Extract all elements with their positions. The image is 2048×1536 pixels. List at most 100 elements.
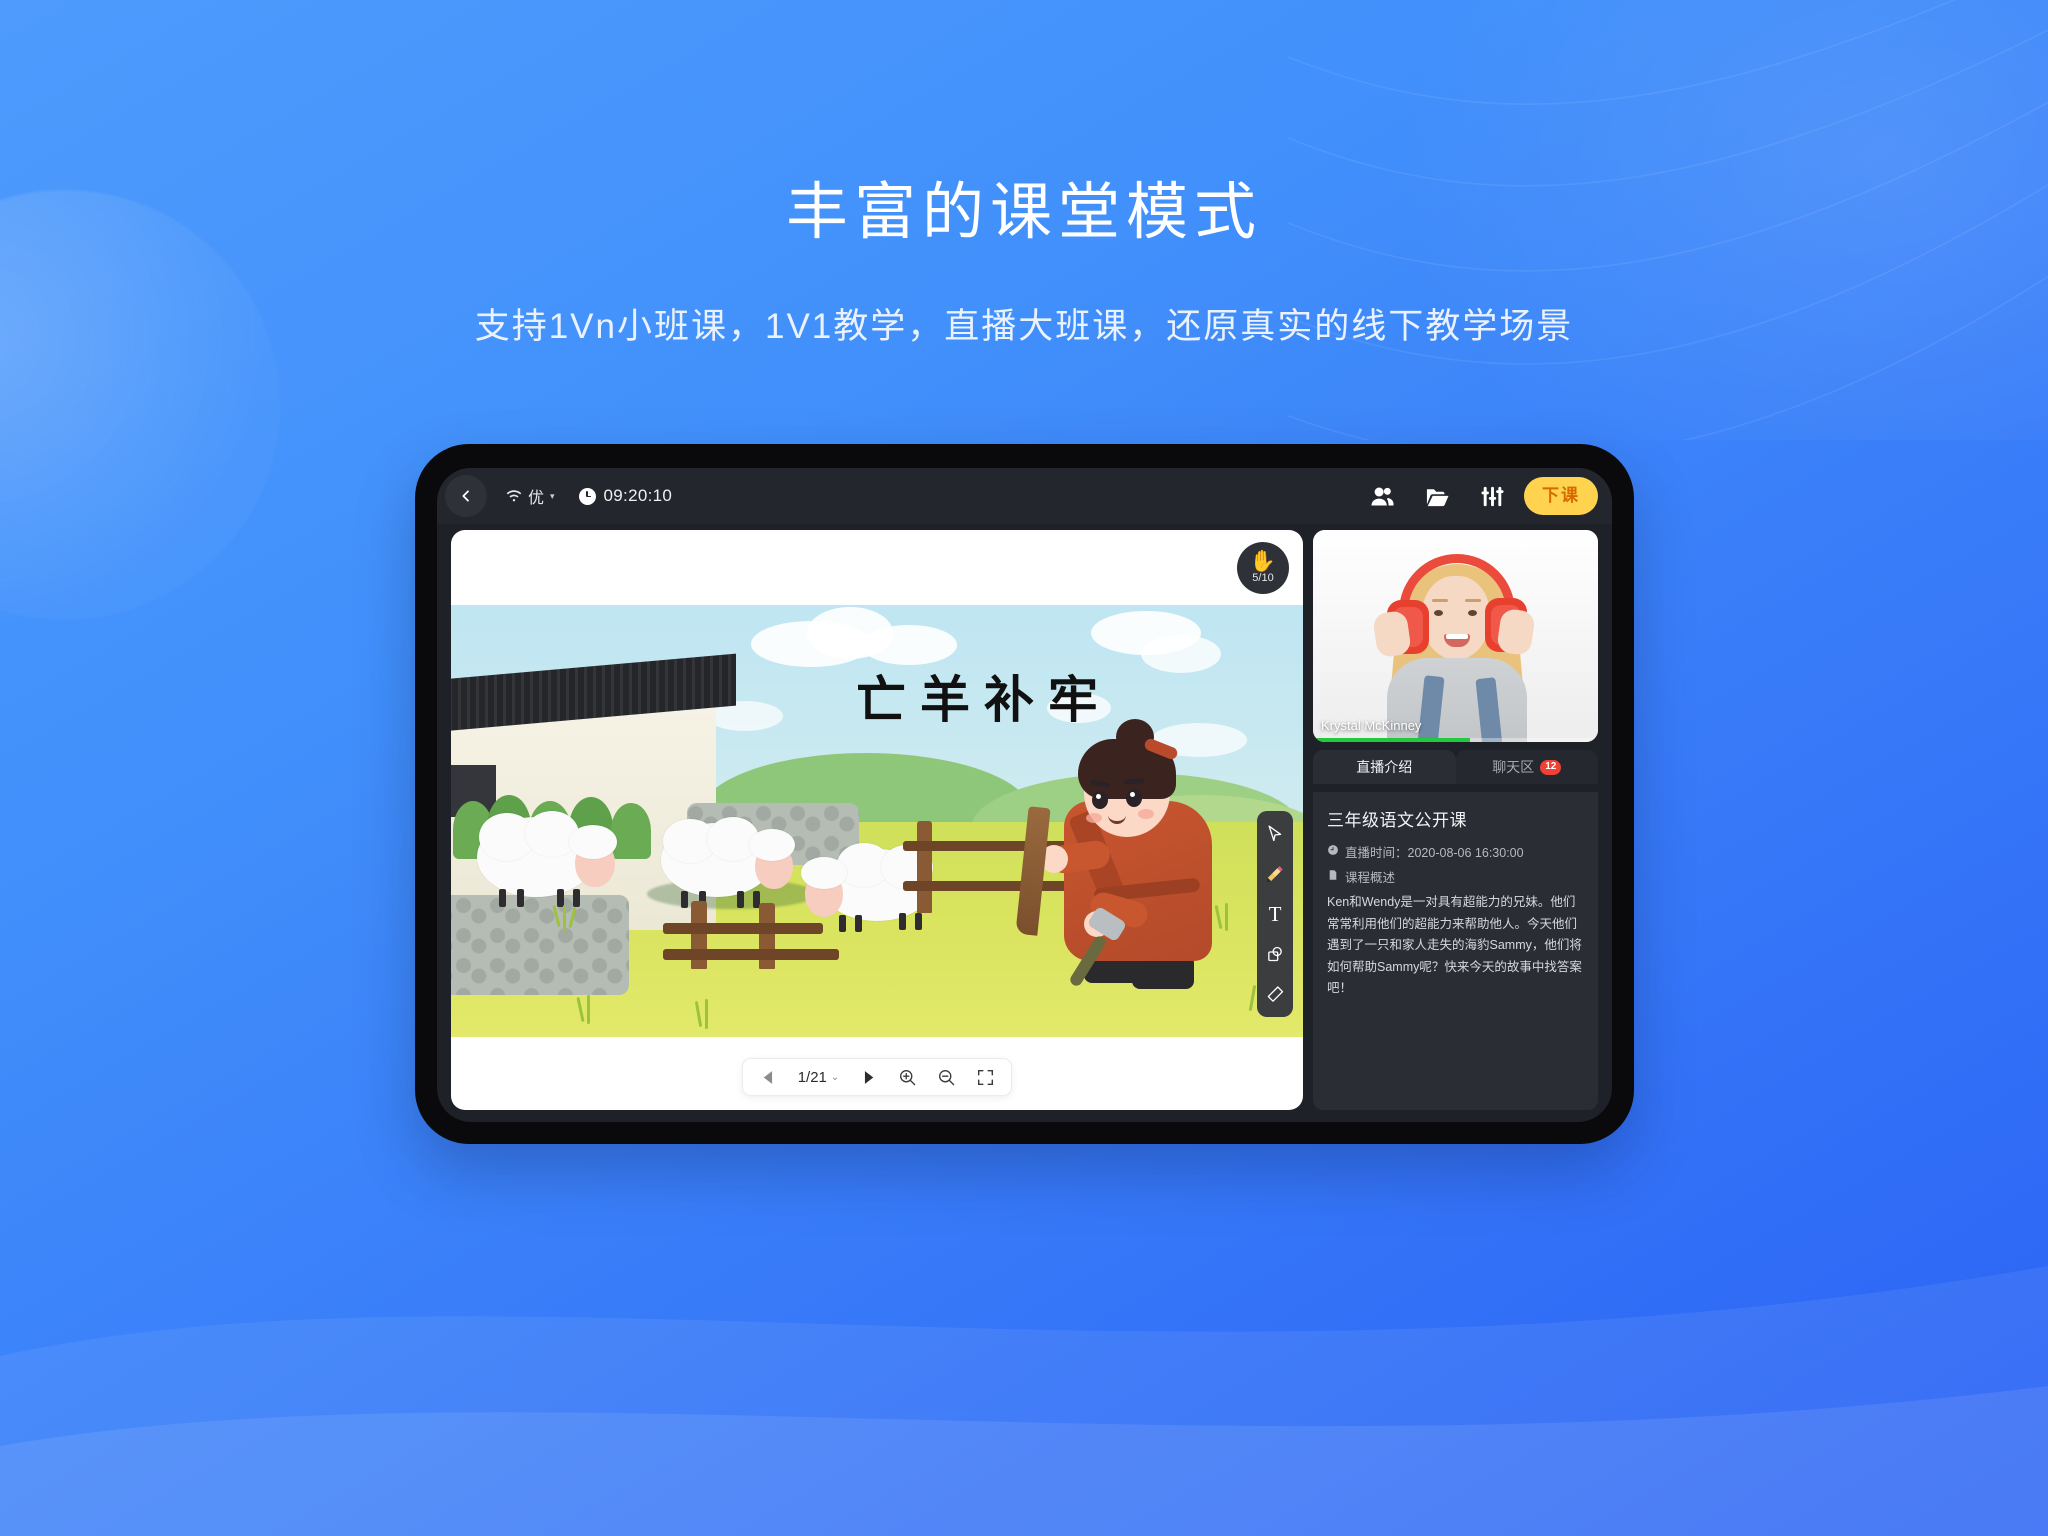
eraser-tool[interactable] xyxy=(1264,983,1286,1005)
class-timer-value: 09:20:10 xyxy=(603,486,673,505)
zoom-out-button[interactable] xyxy=(937,1068,956,1087)
course-time-value: 2020-08-06 16:30:00 xyxy=(1407,846,1524,860)
app-body: ✋ 5/10 亡羊补牢 T 1/21 ⌄ Krystal McKinney 直播… xyxy=(437,524,1612,1122)
cursor-icon xyxy=(1268,825,1282,842)
fullscreen-icon xyxy=(978,1069,994,1085)
grass-tuft xyxy=(563,905,566,931)
drawing-tools-palette: T xyxy=(1257,811,1293,1017)
triangle-right-icon xyxy=(865,1070,874,1084)
course-time-label: 直播时间： xyxy=(1345,846,1408,860)
sheep-leg xyxy=(681,891,688,908)
sheep-leg xyxy=(855,915,862,932)
sheep xyxy=(657,817,807,909)
text-tool[interactable]: T xyxy=(1264,903,1286,925)
folder-icon[interactable] xyxy=(1424,483,1451,510)
teacher-name-label: Krystal McKinney xyxy=(1321,718,1422,733)
raise-hand-icon: ✋ xyxy=(1249,550,1277,573)
fullscreen-button[interactable] xyxy=(976,1068,995,1087)
text-tool-glyph: T xyxy=(1268,901,1282,926)
sheep-head-wool xyxy=(749,829,795,861)
fence-rail xyxy=(663,923,823,934)
settings-sliders-icon[interactable] xyxy=(1479,483,1506,510)
course-description: Ken和Wendy是一对具有超能力的兄妹。他们常常利用他们的超能力来帮助他人。今… xyxy=(1327,895,1582,995)
zoom-in-icon xyxy=(900,1069,916,1085)
zoom-out-icon xyxy=(939,1069,955,1085)
boy-cheek xyxy=(1138,809,1154,819)
video-progress-bar[interactable] xyxy=(1313,738,1598,742)
course-info-panel: 三年级语文公开课 直播时间：2020-08-06 16:30:00 课程概述 K… xyxy=(1313,792,1598,1110)
shape-tool[interactable] xyxy=(1264,943,1286,965)
pencil-icon xyxy=(1266,866,1283,883)
tab-chat-label: 聊天区 xyxy=(1492,759,1535,775)
page-indicator[interactable]: 1/21 ⌄ xyxy=(798,1069,840,1086)
slide-pagebar: 1/21 ⌄ xyxy=(741,1058,1013,1096)
boy-eye xyxy=(1126,789,1142,807)
fence-post xyxy=(917,821,932,913)
network-quality-label: 优 xyxy=(528,490,545,507)
shapes-icon xyxy=(1268,946,1282,962)
wifi-icon xyxy=(506,490,522,502)
chevron-down-icon: ⌄ xyxy=(830,1071,840,1083)
right-panel: Krystal McKinney 直播介绍 聊天区 12 三年级语文公开课 直播… xyxy=(1313,530,1598,1110)
clock-icon xyxy=(578,487,596,505)
cursor-tool[interactable] xyxy=(1264,823,1286,845)
raise-hand-badge[interactable]: ✋ 5/10 xyxy=(1237,542,1289,594)
tab-live-intro-label: 直播介绍 xyxy=(1356,759,1413,775)
course-overview-row: 课程概述 xyxy=(1327,867,1584,886)
sheep-leg xyxy=(499,889,506,907)
chevron-down-icon: ▾ xyxy=(550,490,555,501)
eraser-icon xyxy=(1267,986,1284,1002)
sheep-leg xyxy=(915,913,922,930)
next-page-button[interactable] xyxy=(859,1068,878,1087)
clock-icon xyxy=(1328,845,1338,855)
chat-unread-badge: 12 xyxy=(1540,759,1562,775)
page-header: 丰富的课堂模式 支持1Vn小班课，1V1教学，直播大班课，还原真实的线下教学场景 xyxy=(0,0,2048,349)
sheep-leg xyxy=(517,889,524,907)
sheep-leg xyxy=(839,915,846,932)
page-indicator-value: 1/21 xyxy=(797,1068,827,1086)
zoom-in-button[interactable] xyxy=(898,1068,917,1087)
raise-hand-count: 5/10 xyxy=(1252,572,1274,584)
grass-tuft xyxy=(587,995,590,1024)
slide-canvas[interactable]: 亡羊补牢 T xyxy=(451,605,1303,1037)
triangle-left-icon xyxy=(763,1070,772,1084)
pencil-tool[interactable] xyxy=(1264,863,1286,885)
sheep-leg xyxy=(573,889,580,907)
prev-page-button[interactable] xyxy=(759,1068,778,1087)
tab-live-intro[interactable]: 直播介绍 xyxy=(1313,750,1456,784)
boy-eye xyxy=(1092,791,1108,809)
sheep-head-wool xyxy=(569,825,617,859)
boy-boot xyxy=(1132,957,1194,989)
chevron-left-icon xyxy=(462,490,469,502)
page-title: 丰富的课堂模式 xyxy=(785,178,1262,247)
video-progress-fill xyxy=(1313,738,1470,742)
tablet-screen: 优 ▾ 09:20:10 下课 ✋ 5/10 亡羊补牢 T 1/21 ⌄ Kry… xyxy=(437,468,1612,1122)
boy-cheek xyxy=(1086,813,1102,823)
class-timer: 09:20:10 xyxy=(578,486,673,506)
boy-character xyxy=(1015,715,1243,1005)
stone-wall-left xyxy=(451,895,629,995)
sheep-leg xyxy=(737,891,744,908)
end-class-button[interactable]: 下课 xyxy=(1524,477,1598,515)
sheep xyxy=(473,811,623,907)
teacher-video-card[interactable]: Krystal McKinney xyxy=(1313,530,1598,742)
course-overview-label: 课程概述 xyxy=(1345,871,1396,885)
document-icon xyxy=(1329,870,1337,880)
back-button[interactable] xyxy=(445,475,487,517)
course-title: 三年级语文公开课 xyxy=(1327,811,1467,830)
cloud xyxy=(861,625,957,665)
cloud xyxy=(1141,635,1221,673)
network-quality-indicator[interactable]: 优 ▾ xyxy=(505,484,555,508)
sheep-head-wool xyxy=(801,857,847,889)
topbar-actions xyxy=(1369,483,1506,510)
members-icon[interactable] xyxy=(1369,483,1396,510)
tablet-device-frame: 优 ▾ 09:20:10 下课 ✋ 5/10 亡羊补牢 T 1/21 ⌄ Kry… xyxy=(415,444,1634,1144)
panel-tabs: 直播介绍 聊天区 12 xyxy=(1313,750,1598,784)
page-subtitle: 支持1Vn小班课，1V1教学，直播大班课，还原真实的线下教学场景 xyxy=(474,307,1574,346)
sheep-leg xyxy=(899,913,906,930)
grass-tuft xyxy=(705,999,708,1029)
slide-pagebar-wrapper: 1/21 ⌄ xyxy=(451,1058,1303,1096)
app-top-bar: 优 ▾ 09:20:10 下课 xyxy=(437,468,1612,524)
tab-chat[interactable]: 聊天区 12 xyxy=(1455,750,1598,784)
slide-stage: ✋ 5/10 亡羊补牢 T 1/21 ⌄ xyxy=(451,530,1303,1110)
